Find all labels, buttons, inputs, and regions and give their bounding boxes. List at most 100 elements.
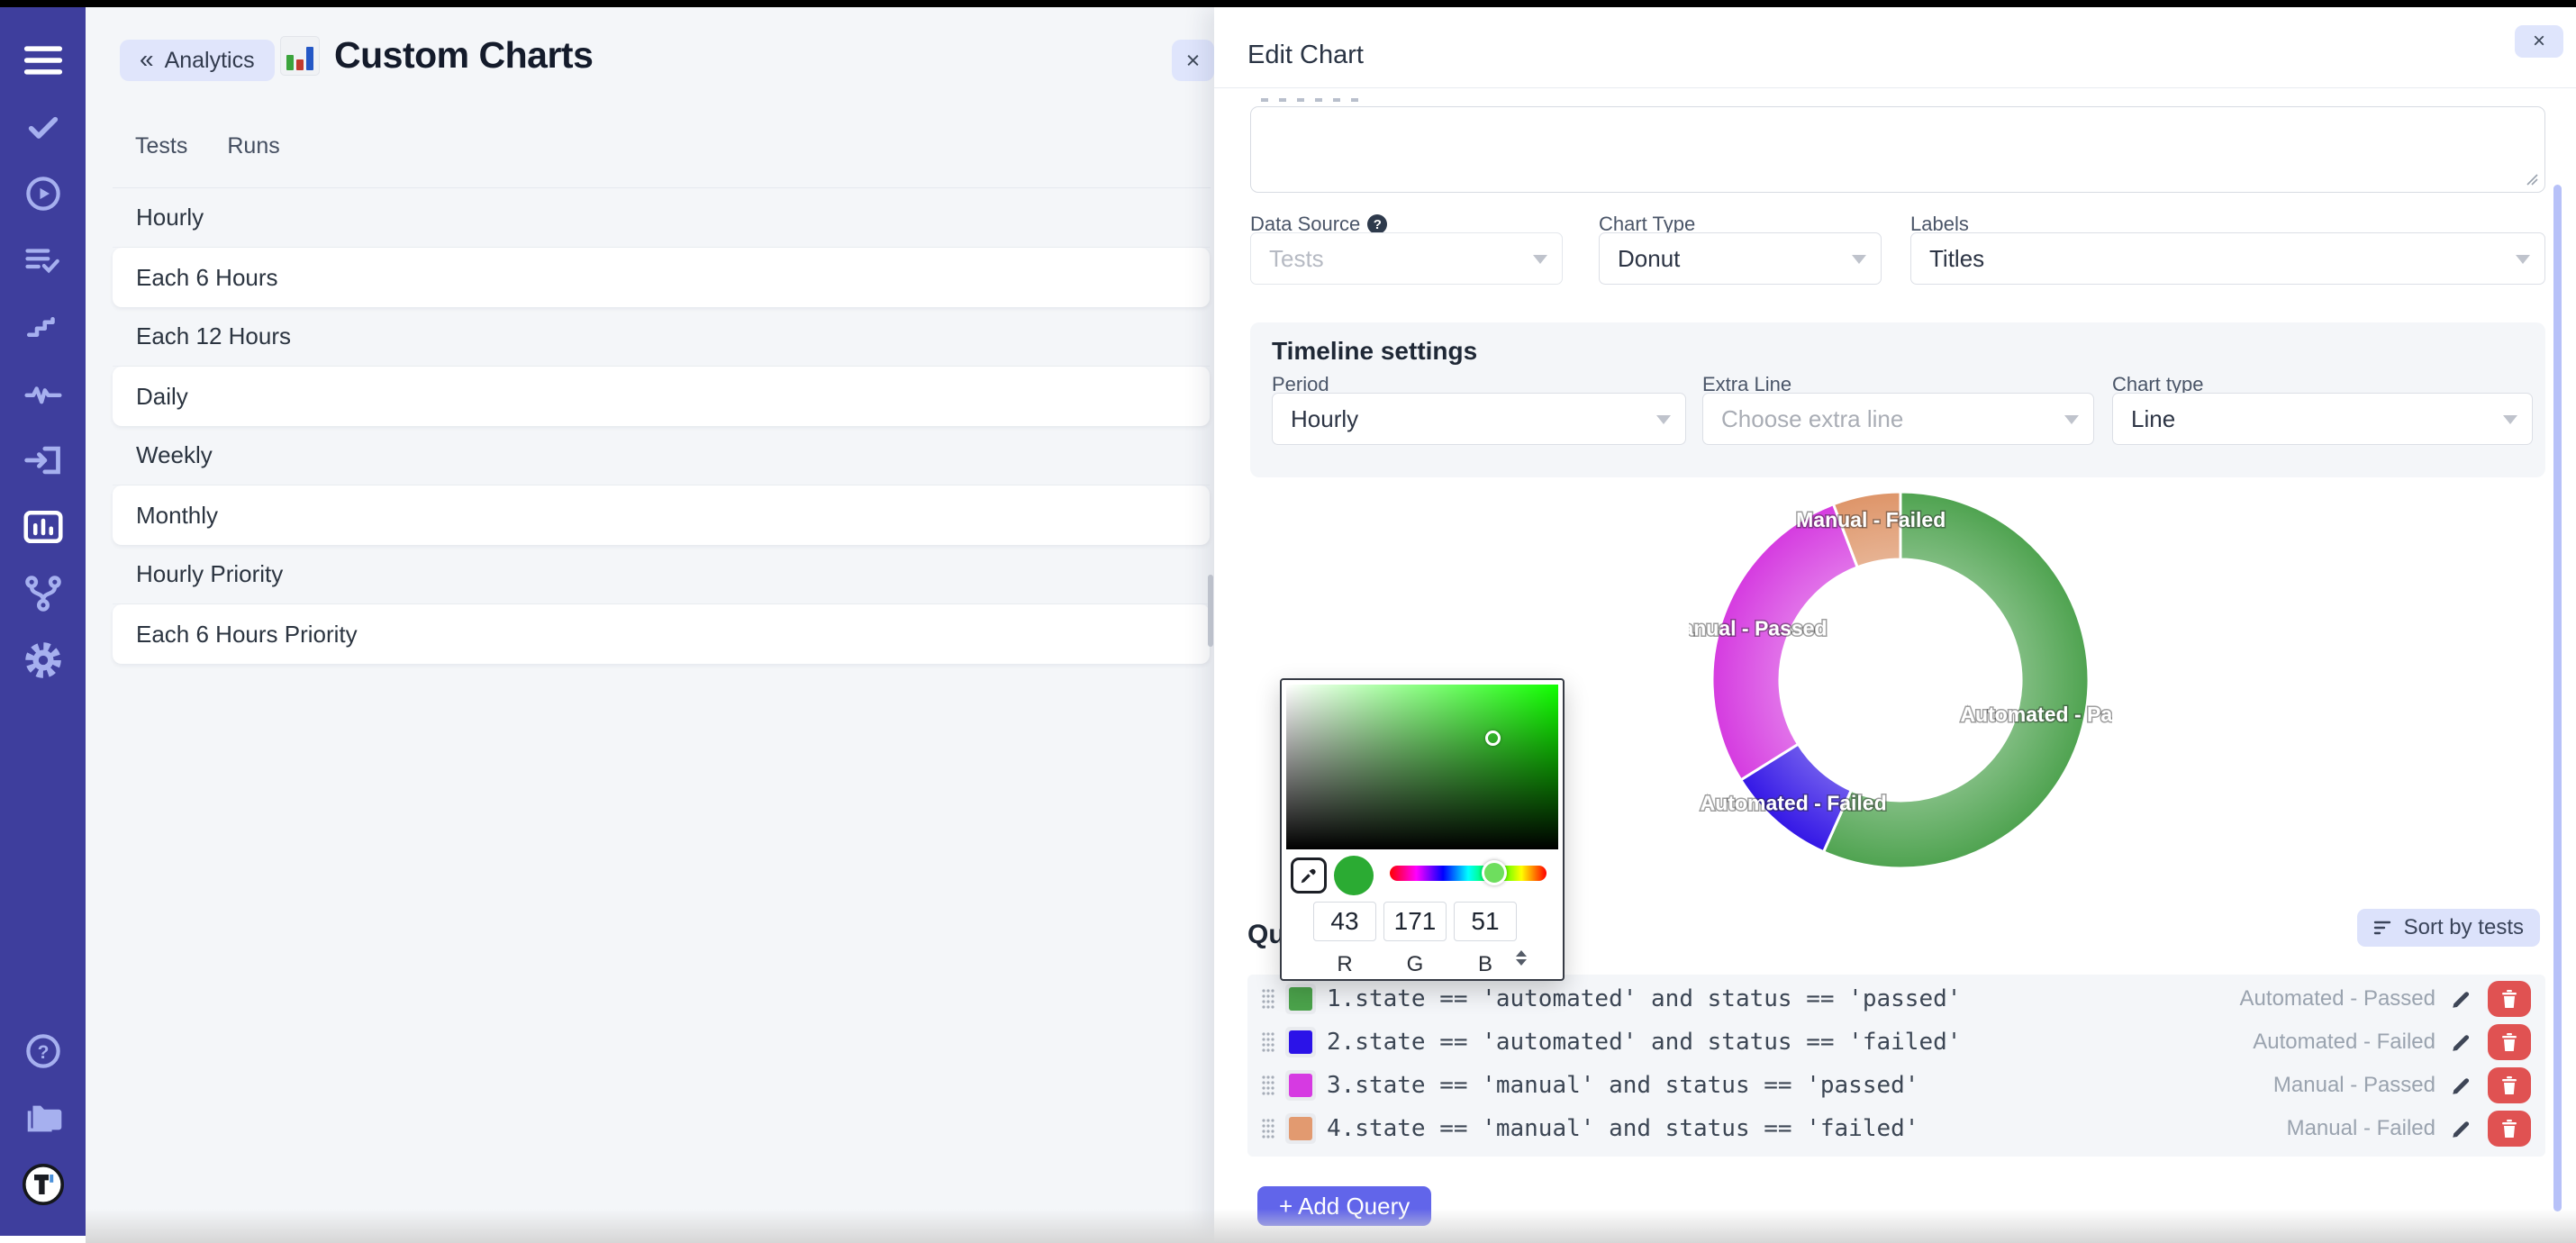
edit-query-button[interactable] [2450, 1117, 2473, 1140]
query-color-swatch[interactable] [1285, 1070, 1316, 1101]
drag-handle-icon[interactable] [1260, 1030, 1276, 1054]
add-query-button[interactable]: + Add Query [1257, 1186, 1431, 1226]
red-input[interactable] [1313, 902, 1376, 941]
list-item-hourly[interactable]: Hourly [113, 188, 1210, 248]
delete-query-button[interactable] [2488, 1111, 2531, 1147]
page-title: Custom Charts [334, 34, 593, 77]
sign-in-icon[interactable] [0, 427, 86, 494]
tab-runs[interactable]: Runs [227, 133, 279, 176]
drag-handle-icon[interactable] [1260, 1117, 1276, 1140]
current-color-swatch [1334, 856, 1374, 895]
sort-by-tests-button[interactable]: Sort by tests [2357, 909, 2540, 947]
query-expression: 2.state == 'automated' and status == 'fa… [1327, 1029, 2253, 1056]
drag-handle-icon[interactable] [1260, 987, 1276, 1011]
chart-type-select[interactable]: Donut [1599, 232, 1882, 285]
edit-chart-title: Edit Chart [1247, 41, 1364, 70]
panel-close-button[interactable]: × [1172, 40, 1214, 81]
sort-icon [2373, 920, 2393, 936]
query-title: Automated - Failed [2253, 1030, 2435, 1055]
timeline-chart-type-select[interactable]: Line [2112, 393, 2533, 445]
query-title: Manual - Failed [2287, 1116, 2435, 1141]
hue-slider[interactable] [1390, 866, 1547, 881]
drag-handle-icon[interactable] [1260, 1074, 1276, 1097]
extra-line-select[interactable]: Choose extra line [1702, 393, 2094, 445]
green-label: G [1383, 952, 1447, 977]
list-item-each-6-hours-priority[interactable]: Each 6 Hours Priority [113, 604, 1210, 664]
edit-chart-close-button[interactable]: × [2515, 25, 2563, 58]
edit-panel-scrollbar[interactable] [2553, 185, 2562, 1211]
chevron-down-icon [2064, 415, 2079, 424]
query-row: 4.state == 'manual' and status == 'faile… [1247, 1107, 2545, 1150]
list-item-daily[interactable]: Daily [113, 367, 1210, 426]
menu-icon[interactable] [0, 27, 86, 94]
page-title-wrap: Custom Charts [280, 34, 593, 77]
donut-chart: Automated - Passed Automated - Failed Manu… [1689, 468, 2112, 892]
saturation-value-area[interactable] [1286, 685, 1558, 849]
query-expression: 3.state == 'manual' and status == 'passe… [1327, 1072, 2273, 1099]
period-select[interactable]: Hourly [1272, 393, 1686, 445]
list-item-each-6-hours[interactable]: Each 6 Hours [113, 248, 1210, 307]
list-item-each-12-hours[interactable]: Each 12 Hours [113, 307, 1210, 367]
trash-icon [2500, 1119, 2518, 1139]
hue-slider-handle[interactable] [1482, 860, 1507, 885]
chevron-down-icon [2516, 255, 2530, 264]
git-fork-icon[interactable] [0, 560, 86, 627]
test-list-icon[interactable] [0, 227, 86, 294]
blue-label: B [1454, 952, 1517, 977]
timeline-settings-title: Timeline settings [1272, 337, 1477, 366]
chevron-down-icon [1533, 255, 1547, 264]
query-expression: 1.state == 'automated' and status == 'pa… [1327, 985, 2240, 1012]
app-logo[interactable] [0, 1151, 86, 1218]
steps-icon[interactable] [0, 294, 86, 360]
edit-query-button[interactable] [2450, 987, 2473, 1011]
clipped-field-label [1261, 98, 1369, 102]
back-chevrons-icon: « [140, 47, 154, 72]
queries-list: 1.state == 'automated' and status == 'pa… [1247, 975, 2545, 1157]
color-mode-toggle[interactable] [1516, 950, 1527, 966]
sidebar-bottom-group: ? [0, 1018, 86, 1236]
donut-slice-2[interactable] [1712, 504, 1857, 780]
donut-slice-label: Automated - Passed [1960, 703, 2112, 726]
query-title: Manual - Passed [2273, 1073, 2435, 1098]
query-expression: 4.state == 'manual' and status == 'faile… [1327, 1115, 2287, 1142]
data-source-help-icon[interactable]: ? [1367, 214, 1387, 234]
pulse-icon[interactable] [0, 360, 86, 427]
query-color-swatch[interactable] [1285, 1027, 1316, 1057]
list-item-weekly[interactable]: Weekly [113, 426, 1210, 485]
chart-description-textarea[interactable] [1250, 106, 2545, 193]
chevron-down-icon [1656, 415, 1671, 424]
list-item-monthly[interactable]: Monthly [113, 485, 1210, 545]
green-input[interactable] [1383, 902, 1447, 941]
header-divider [1214, 87, 2576, 88]
resize-grip-icon[interactable] [2525, 172, 2539, 186]
donut-slice-label: Manual - Passed [1689, 616, 1828, 640]
delete-query-button[interactable] [2488, 981, 2531, 1017]
chevron-down-icon [2503, 415, 2517, 424]
query-color-swatch[interactable] [1285, 984, 1316, 1014]
check-icon[interactable] [0, 94, 86, 160]
help-icon[interactable]: ? [0, 1018, 86, 1084]
docs-folder-icon[interactable] [0, 1084, 86, 1151]
query-row: 2.state == 'automated' and status == 'fa… [1247, 1021, 2545, 1064]
left-panel-scrollbar[interactable] [1208, 575, 1213, 647]
edit-chart-drawer: Edit Chart × Data Source ? Chart Type La… [1214, 7, 2576, 1243]
list-item-hourly-priority[interactable]: Hourly Priority [113, 545, 1210, 604]
edit-query-button[interactable] [2450, 1030, 2473, 1054]
trash-icon [2500, 989, 2518, 1009]
bar-chart-icon[interactable] [0, 494, 86, 560]
charts-tabs: Tests Runs [135, 133, 280, 176]
data-source-select[interactable]: Tests [1250, 232, 1563, 285]
query-color-swatch[interactable] [1285, 1113, 1316, 1144]
play-circle-icon[interactable] [0, 160, 86, 227]
blue-input[interactable] [1454, 902, 1517, 941]
delete-query-button[interactable] [2488, 1067, 2531, 1103]
labels-select[interactable]: Titles [1910, 232, 2545, 285]
tab-tests[interactable]: Tests [135, 133, 187, 176]
back-to-analytics-button[interactable]: « Analytics [120, 40, 275, 81]
eyedropper-button[interactable] [1291, 857, 1327, 894]
edit-query-button[interactable] [2450, 1074, 2473, 1097]
delete-query-button[interactable] [2488, 1024, 2531, 1060]
settings-gear-icon[interactable] [0, 627, 86, 694]
donut-slice-label: Automated - Failed [1701, 792, 1887, 815]
saturation-cursor[interactable] [1485, 730, 1501, 746]
